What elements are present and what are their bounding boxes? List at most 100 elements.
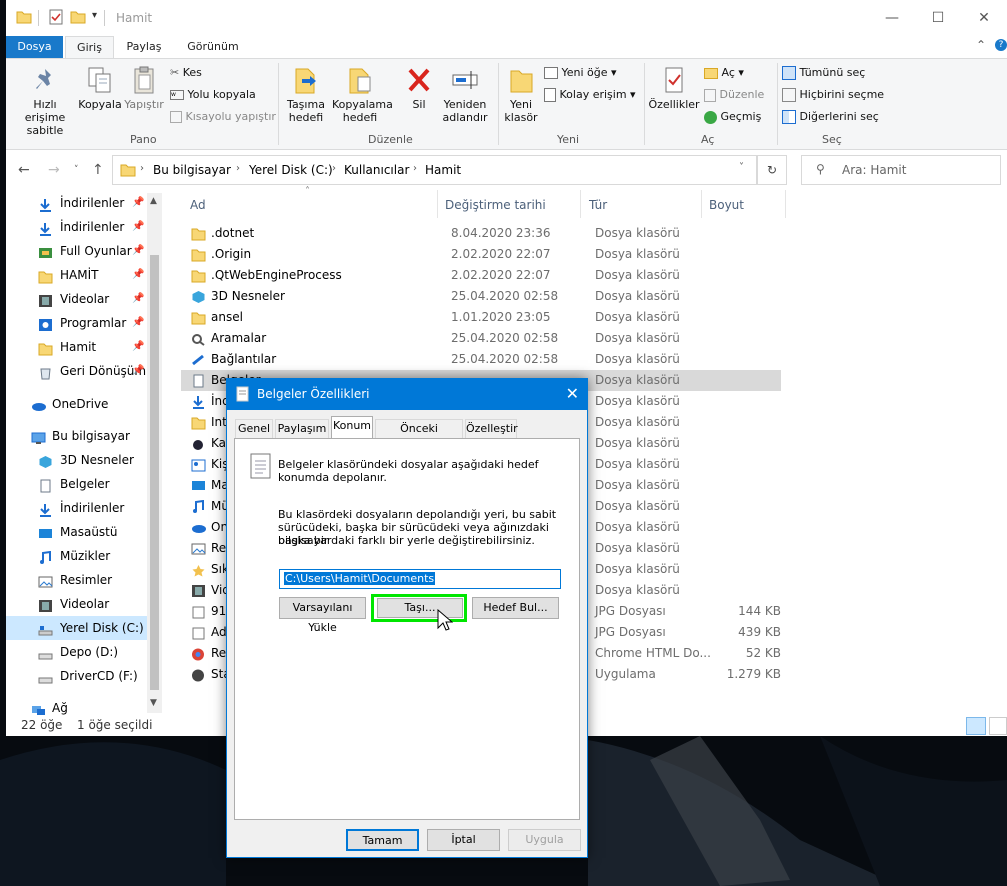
nav-item-videos[interactable]: Videolar: [6, 592, 147, 616]
tab-onceki-surumler[interactable]: Önceki Sürümler: [375, 419, 463, 453]
file-folder-icon: [191, 311, 206, 325]
tab-paylas[interactable]: Paylaş: [116, 36, 172, 58]
customize-qat-icon[interactable]: ▾: [92, 10, 97, 21]
nav-item-videos[interactable]: Videolar 📌: [6, 287, 147, 311]
invert-selection-button[interactable]: Diğerlerini seç: [782, 107, 879, 127]
nav-item-downloads[interactable]: İndirilenler: [6, 496, 147, 520]
tab-paylasim[interactable]: Paylaşım: [275, 419, 329, 439]
select-all-button[interactable]: Tümünü seç: [782, 63, 865, 83]
up-icon[interactable]: ↑: [92, 162, 104, 178]
file-row[interactable]: .QtWebEngineProcess 2.02.2020 22:07 Dosy…: [181, 265, 781, 286]
tab-dosya[interactable]: Dosya: [6, 36, 63, 58]
refresh-icon[interactable]: ↻: [757, 155, 787, 185]
nav-label: 3D Nesneler: [60, 453, 134, 467]
nav-item-music[interactable]: Müzikler: [6, 544, 147, 568]
new-folder-quick-icon[interactable]: [70, 9, 86, 28]
pin-icon: 📌: [132, 269, 145, 280]
crumb-users[interactable]: Kullanıcılar: [344, 163, 409, 177]
properties-button[interactable]: Özellikler: [648, 65, 700, 111]
crumb-this-pc[interactable]: Bu bilgisayar: [153, 163, 231, 177]
search-box[interactable]: ⚲ Ara: Hamit: [801, 155, 1001, 185]
nav-item-onedrive[interactable]: OneDrive: [6, 392, 147, 416]
large-icons-view-icon[interactable]: [989, 717, 1007, 735]
tab-genel[interactable]: Genel: [235, 419, 273, 439]
cut-button[interactable]: ✂ Kes: [170, 63, 202, 83]
rename-button[interactable]: Yeniden adlandır: [440, 65, 490, 124]
nav-item-hamit-caps[interactable]: HAMİT 📌: [6, 263, 147, 287]
nav-item-3d-objects[interactable]: 3D Nesneler: [6, 448, 147, 472]
column-size[interactable]: Boyut: [709, 198, 744, 212]
target-path-input[interactable]: C:\Users\Hamit\Documents: [279, 569, 561, 589]
minimize-button[interactable]: —: [869, 0, 915, 36]
column-date[interactable]: Değiştirme tarihi: [445, 198, 546, 212]
open-button[interactable]: Aç ▾: [704, 63, 744, 83]
apply-button[interactable]: Uygula: [508, 829, 581, 851]
tab-konum[interactable]: Konum: [331, 416, 373, 439]
nav-item-hamit[interactable]: Hamit 📌: [6, 335, 147, 359]
delete-button[interactable]: Sil: [402, 65, 436, 111]
file-row[interactable]: Bağlantılar 25.04.2020 02:58 Dosya klasö…: [181, 349, 781, 370]
file-row[interactable]: .dotnet 8.04.2020 23:36 Dosya klasörü: [181, 223, 781, 244]
file-row[interactable]: 3D Nesneler 25.04.2020 02:58 Dosya klasö…: [181, 286, 781, 307]
new-item-button[interactable]: Yeni öğe ▾: [544, 63, 617, 83]
maximize-button[interactable]: ☐: [915, 0, 961, 36]
dialog-close-button[interactable]: ✕: [566, 384, 579, 403]
find-target-button[interactable]: Hedef Bul...: [472, 597, 559, 619]
copy-path-button[interactable]: w Yolu kopyala: [170, 85, 256, 105]
history-button[interactable]: Geçmiş: [704, 107, 761, 127]
file-type: Dosya klasörü: [595, 457, 680, 471]
nav-item-documents[interactable]: Belgeler: [6, 472, 147, 496]
forward-icon[interactable]: →: [48, 162, 60, 178]
file-type: Dosya klasörü: [595, 583, 680, 597]
cancel-button[interactable]: İptal: [427, 829, 500, 851]
file-row[interactable]: Aramalar 25.04.2020 02:58 Dosya klasörü: [181, 328, 781, 349]
nav-item-desktop[interactable]: Masaüstü: [6, 520, 147, 544]
copy-to-button[interactable]: Kopyalama hedefi: [330, 65, 393, 124]
help-icon[interactable]: ?: [995, 39, 1007, 51]
new-folder-button[interactable]: Yeni klasör: [502, 65, 540, 124]
pin-quick-access-button[interactable]: Hızlı erişime sabitle: [10, 65, 80, 137]
tab-giris[interactable]: Giriş: [65, 36, 114, 58]
file-row[interactable]: .Origin 2.02.2020 22:07 Dosya klasörü: [181, 244, 781, 265]
nav-item-depo-d[interactable]: Depo (D:): [6, 640, 147, 664]
edit-button[interactable]: Düzenle: [704, 85, 764, 105]
back-icon[interactable]: ←: [18, 162, 30, 178]
nav-item-full-oyunlar[interactable]: Full Oyunlar 📌: [6, 239, 147, 263]
nav-item-local-disk-c[interactable]: Yerel Disk (C:): [6, 616, 147, 640]
nav-scrollbar[interactable]: ▲ ▼: [147, 193, 162, 713]
select-none-button[interactable]: Hiçbirini seçme: [782, 85, 884, 105]
recent-locations-icon[interactable]: ˅: [74, 165, 79, 175]
properties-quick-icon[interactable]: [48, 9, 64, 28]
nav-item-this-pc[interactable]: Bu bilgisayar: [6, 424, 147, 448]
nav-item-recycle-bin[interactable]: Geri Dönüşüm 📌: [6, 359, 147, 383]
file-row[interactable]: ansel 1.01.2020 23:05 Dosya klasörü: [181, 307, 781, 328]
nav-item-pictures[interactable]: Resimler: [6, 568, 147, 592]
paste-button[interactable]: Yapıştır: [123, 65, 165, 111]
copy-button[interactable]: Kopyala: [78, 65, 122, 111]
address-bar[interactable]: › Bu bilgisayar › Yerel Disk (C:) › Kull…: [112, 155, 757, 185]
file-size: 439 KB: [738, 625, 781, 639]
nav-item-programs[interactable]: Programlar 📌: [6, 311, 147, 335]
move-to-button[interactable]: Taşıma hedefi: [282, 65, 330, 124]
tab-ozellestir[interactable]: Özelleştir: [465, 419, 518, 439]
tab-gorunum[interactable]: Görünüm: [178, 36, 248, 58]
nav-item-drivercd-f[interactable]: DriverCD (F:): [6, 664, 147, 688]
column-type[interactable]: Tür: [589, 198, 607, 212]
crumb-hamit[interactable]: Hamit: [425, 163, 461, 177]
restore-default-button[interactable]: Varsayılanı Yükle: [279, 597, 366, 634]
paste-shortcut-icon: [170, 111, 182, 123]
column-name[interactable]: Ad: [190, 198, 206, 212]
details-view-icon[interactable]: [966, 717, 986, 735]
easy-access-button[interactable]: Kolay erişim ▾: [544, 85, 636, 105]
documents-icon: [236, 386, 250, 405]
file-video-icon: [191, 584, 206, 597]
collapse-ribbon-icon[interactable]: ⌃: [976, 38, 986, 52]
ok-button[interactable]: Tamam: [346, 829, 419, 851]
paste-shortcut-button[interactable]: Kısayolu yapıştır: [170, 107, 276, 127]
crumb-local-disk[interactable]: Yerel Disk (C:): [249, 163, 333, 177]
address-dropdown-icon[interactable]: ˅: [739, 162, 744, 173]
paste-icon: [134, 66, 154, 94]
close-button[interactable]: ✕: [961, 0, 1007, 36]
nav-item-downloads-2[interactable]: İndirilenler 📌: [6, 215, 147, 239]
nav-item-downloads[interactable]: İndirilenler 📌: [6, 191, 147, 215]
